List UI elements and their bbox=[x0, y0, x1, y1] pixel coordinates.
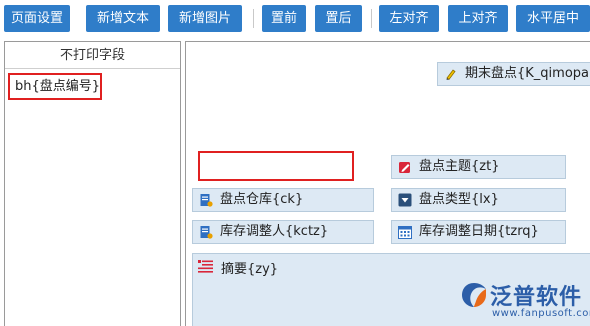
field-label: 盘点仓库{ck} bbox=[220, 192, 304, 207]
pencil-icon bbox=[446, 69, 456, 81]
field-qimopandian[interactable]: 期末盘点{K_qimopand bbox=[437, 62, 590, 86]
page-settings-button[interactable]: 页面设置 bbox=[4, 5, 70, 32]
document-icon bbox=[200, 194, 213, 207]
panel-title: 不打印字段 bbox=[5, 42, 180, 69]
align-top-button[interactable]: 上对齐 bbox=[448, 5, 508, 32]
brand-url: www.fanpusoft.com bbox=[492, 308, 590, 319]
field-pandian-leixing[interactable]: 盘点类型{lx} bbox=[391, 188, 566, 212]
send-backward-button[interactable]: 置后 bbox=[315, 5, 362, 32]
field-label: 摘要{zy} bbox=[221, 262, 279, 277]
center-horizontal-button[interactable]: 水平居中 bbox=[516, 5, 590, 32]
calendar-icon bbox=[398, 226, 412, 239]
edit-icon bbox=[399, 162, 410, 173]
text-lines-icon bbox=[198, 260, 213, 273]
field-label: 库存调整日期{tzrq} bbox=[419, 224, 539, 239]
field-item-bh[interactable]: bh{盘点编号} bbox=[8, 73, 102, 100]
field-pandian-cangku[interactable]: 盘点仓库{ck} bbox=[192, 188, 374, 212]
toolbar-separator bbox=[371, 9, 372, 28]
add-image-button[interactable]: 新增图片 bbox=[168, 5, 242, 32]
brand-name: 泛普软件 bbox=[490, 285, 583, 310]
empty-field-slot[interactable] bbox=[198, 151, 354, 181]
dropdown-icon bbox=[398, 193, 412, 207]
align-left-button[interactable]: 左对齐 bbox=[379, 5, 439, 32]
field-label: 期末盘点{K_qimopand bbox=[465, 66, 590, 81]
bring-forward-button[interactable]: 置前 bbox=[262, 5, 306, 32]
add-text-button[interactable]: 新增文本 bbox=[86, 5, 160, 32]
field-label: 库存调整人{kctz} bbox=[220, 224, 329, 239]
field-label: 盘点类型{lx} bbox=[419, 192, 499, 207]
document-icon bbox=[200, 226, 213, 239]
field-pandian-zhuti[interactable]: 盘点主题{zt} bbox=[391, 155, 566, 179]
non-print-fields-panel: 不打印字段 bh{盘点编号} bbox=[4, 41, 181, 326]
field-kucun-tiaozheng-riqi[interactable]: 库存调整日期{tzrq} bbox=[391, 220, 566, 244]
toolbar: 页面设置 新增文本 新增图片 置前 置后 左对齐 上对齐 水平居中 bbox=[0, 0, 590, 38]
field-kucun-tiaozhengren[interactable]: 库存调整人{kctz} bbox=[192, 220, 374, 244]
brand-watermark: 泛普软件 www.fanpusoft.com bbox=[458, 279, 590, 325]
toolbar-separator bbox=[253, 9, 254, 28]
brand-logo-icon bbox=[462, 283, 486, 307]
field-label: 盘点主题{zt} bbox=[419, 159, 500, 174]
